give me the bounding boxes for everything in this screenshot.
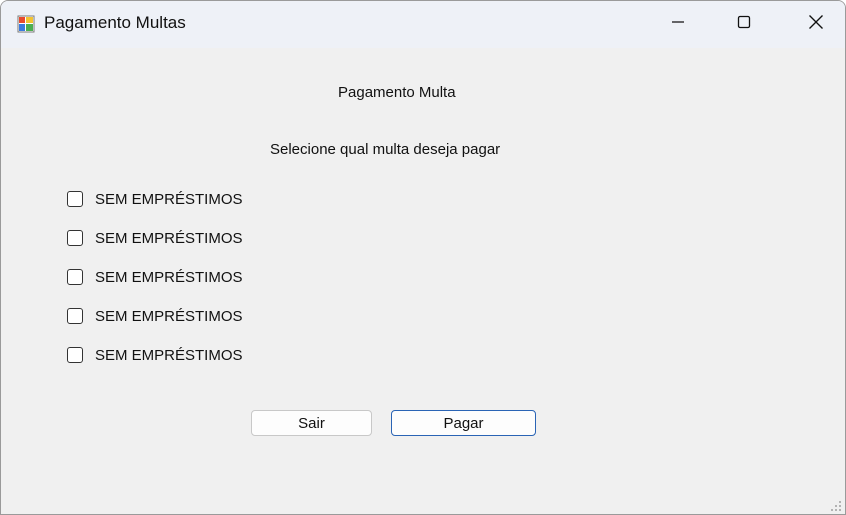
exit-button[interactable]: Sair <box>251 410 372 436</box>
minimize-button[interactable] <box>655 1 701 48</box>
form-client-area: Pagamento Multa Selecione qual multa des… <box>1 48 845 514</box>
maximize-icon <box>737 15 751 34</box>
window-title: Pagamento Multas <box>44 13 186 32</box>
app-icon <box>17 15 35 33</box>
fine-option-label[interactable]: SEM EMPRÉSTIMOS <box>95 191 243 208</box>
fine-checkbox[interactable] <box>67 230 83 246</box>
fine-checkbox[interactable] <box>67 347 83 363</box>
fine-option-label[interactable]: SEM EMPRÉSTIMOS <box>95 347 243 364</box>
fine-option-label[interactable]: SEM EMPRÉSTIMOS <box>95 230 243 247</box>
fine-option-3[interactable]: SEM EMPRÉSTIMOS <box>67 267 243 287</box>
fine-checkbox[interactable] <box>67 269 83 285</box>
close-button[interactable] <box>793 1 839 48</box>
fine-option-label[interactable]: SEM EMPRÉSTIMOS <box>95 308 243 325</box>
resize-grip-icon[interactable] <box>830 499 842 511</box>
fine-option-4[interactable]: SEM EMPRÉSTIMOS <box>67 306 243 326</box>
app-window: Pagamento Multas Pagamento Multa Selecio… <box>0 0 846 515</box>
form-heading: Pagamento Multa <box>338 84 456 101</box>
minimize-icon <box>671 15 685 34</box>
fine-option-2[interactable]: SEM EMPRÉSTIMOS <box>67 228 243 248</box>
fine-option-label[interactable]: SEM EMPRÉSTIMOS <box>95 269 243 286</box>
fine-checkbox[interactable] <box>67 308 83 324</box>
title-bar[interactable]: Pagamento Multas <box>1 1 845 48</box>
fine-checkbox[interactable] <box>67 191 83 207</box>
fine-option-5[interactable]: SEM EMPRÉSTIMOS <box>67 345 243 365</box>
pay-button[interactable]: Pagar <box>391 410 536 436</box>
close-icon <box>808 14 824 35</box>
fine-option-1[interactable]: SEM EMPRÉSTIMOS <box>67 189 243 209</box>
maximize-button[interactable] <box>721 1 767 48</box>
form-subheading: Selecione qual multa deseja pagar <box>270 141 501 158</box>
